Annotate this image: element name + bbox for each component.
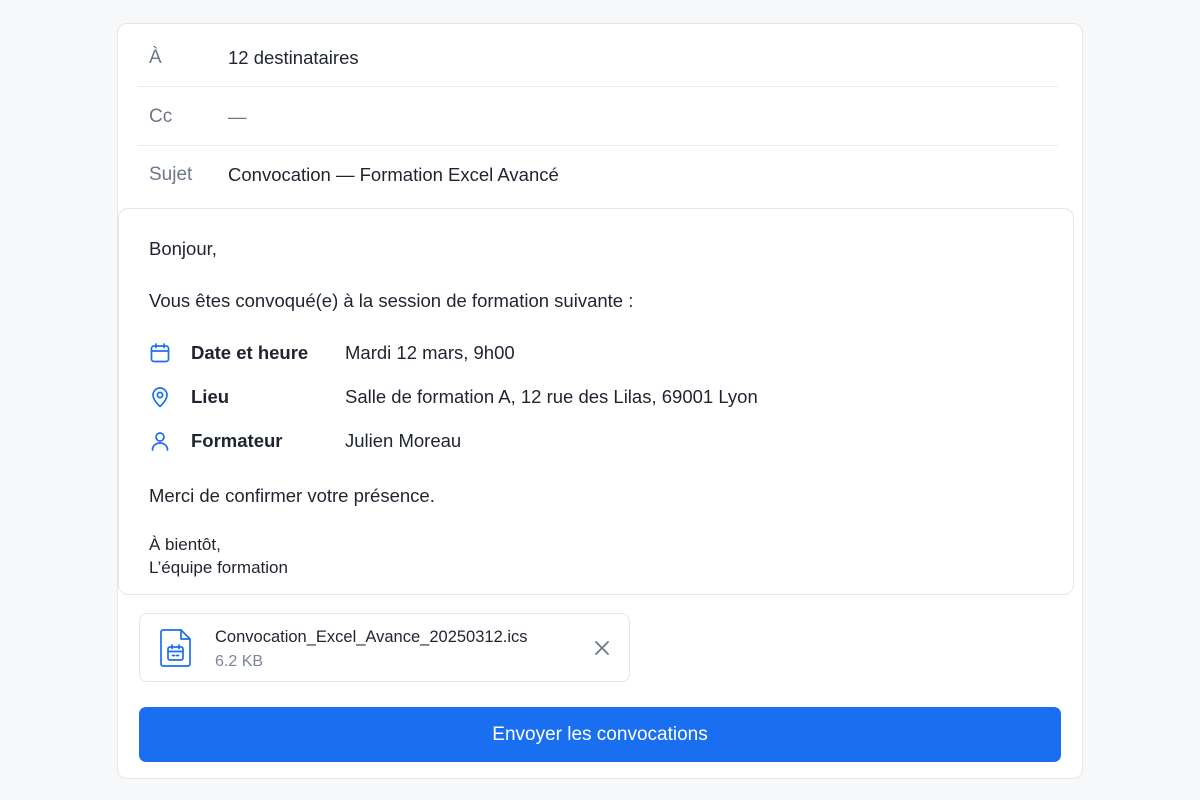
detail-value-date: Mardi 12 mars, 9h00	[345, 342, 515, 363]
detail-label-place: Lieu	[191, 386, 230, 407]
to-row: À 12 destinataires	[138, 29, 1058, 87]
detail-value-place: Salle de formation A, 12 rue des Lilas, …	[345, 386, 758, 407]
cc-label: Cc	[149, 105, 173, 127]
attachment-filename: Convocation_Excel_Avance_20250312.ics	[215, 628, 528, 646]
to-label: À	[149, 46, 162, 68]
detail-row-place: Lieu Salle de formation A, 12 rue des Li…	[149, 384, 758, 410]
email-composer: À 12 destinataires Cc — Sujet Convocatio…	[117, 23, 1083, 779]
signoff-line-2: L’équipe formation	[149, 558, 288, 577]
to-field[interactable]: 12 destinataires	[228, 47, 1058, 69]
subject-field[interactable]: Convocation — Formation Excel Avancé	[228, 164, 1058, 186]
subject-label: Sujet	[149, 164, 193, 185]
intro-text: Vous êtes convoqué(e) à la session de fo…	[149, 290, 634, 311]
signoff: À bientôt, L’équipe formation	[149, 533, 288, 579]
greeting-text: Bonjour,	[149, 238, 217, 259]
calendar-icon	[149, 342, 171, 364]
closing-text: Merci de confirmer votre présence.	[149, 485, 435, 506]
signoff-line-1: À bientôt,	[149, 535, 221, 554]
cc-field[interactable]: —	[228, 106, 1058, 128]
cc-row: Cc —	[138, 88, 1058, 146]
detail-row-date: Date et heure Mardi 12 mars, 9h00	[149, 340, 515, 366]
close-icon[interactable]	[590, 636, 614, 660]
detail-row-trainer: Formateur Julien Moreau	[149, 428, 461, 454]
person-icon	[149, 430, 171, 452]
attachment-card[interactable]: Convocation_Excel_Avance_20250312.ics 6.…	[139, 613, 630, 682]
subject-row: Sujet Convocation — Formation Excel Avan…	[138, 146, 1058, 204]
attachment-size: 6.2 KB	[215, 653, 264, 670]
message-body[interactable]: Bonjour, Vous êtes convoqué(e) à la sess…	[118, 208, 1074, 595]
location-pin-icon	[149, 386, 171, 408]
detail-value-trainer: Julien Moreau	[345, 430, 462, 451]
send-invitations-button[interactable]: Envoyer les convocations	[139, 707, 1061, 762]
calendar-file-icon	[157, 627, 195, 669]
detail-label-trainer: Formateur	[191, 430, 283, 451]
detail-label-date: Date et heure	[191, 342, 309, 363]
